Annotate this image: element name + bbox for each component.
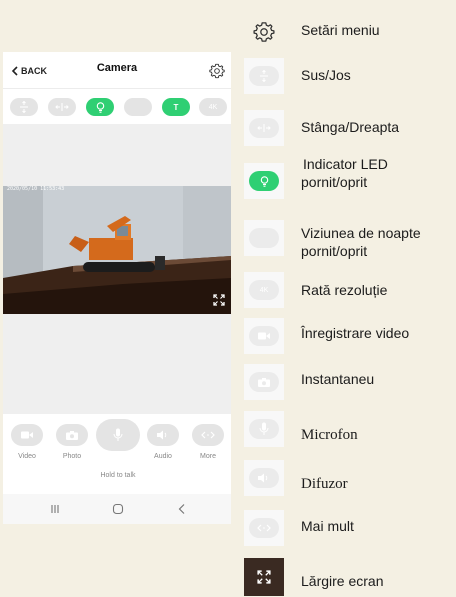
legend-night-text: Viziunea de noapte pornit/oprit (301, 224, 421, 260)
audio-label: Audio (154, 453, 172, 460)
fullscreen-icon (257, 570, 271, 584)
camera-icon (258, 377, 270, 387)
t-toggle-label: T (173, 102, 179, 112)
legend-mic-icon-box (244, 411, 284, 447)
legend-leftright-text: Stânga/Dreapta (301, 119, 400, 135)
video-label: Video (18, 453, 36, 460)
home-icon[interactable] (112, 503, 124, 515)
camera-scene (3, 186, 231, 314)
resolution-toggle-label: 4K (208, 103, 218, 111)
legend-fullscreen-icon-box (244, 558, 284, 596)
legend-settings-icon-box (244, 14, 284, 50)
video-camera-icon (21, 431, 33, 439)
up-down-icon (20, 101, 28, 113)
more-control: More (192, 424, 224, 460)
legend-4k-label: 4K (259, 286, 269, 294)
control-toggle-row: T 4K (3, 88, 231, 125)
legend-led-line2: pornit/oprit (301, 174, 368, 190)
more-arrows-icon (201, 431, 215, 439)
record-control: Video (11, 424, 43, 460)
legend-speaker-text: Difuzor (301, 476, 348, 492)
up-down-toggle[interactable] (10, 98, 38, 116)
legend-resolution-text: Rată rezoluție (301, 282, 388, 298)
resolution-toggle[interactable]: 4K (199, 98, 227, 116)
video-padding-bottom (3, 314, 231, 414)
t-toggle[interactable]: T (162, 98, 190, 116)
recent-apps-icon[interactable] (49, 503, 61, 515)
video-timestamp: 2020/05/10 11:53:43 (7, 186, 65, 192)
legend-snapshot-text: Instantaneu (301, 371, 375, 387)
legend-record-icon-box (244, 318, 284, 354)
gear-icon[interactable] (209, 63, 225, 79)
microphone-icon (113, 428, 123, 441)
legend-leftright-icon-box (244, 110, 284, 146)
night-vision-toggle[interactable] (124, 98, 152, 116)
legend-night-icon-box (244, 220, 284, 256)
record-video-button[interactable] (11, 424, 43, 446)
legend-mic-text: Microfon (301, 427, 358, 443)
snapshot-button[interactable] (56, 424, 88, 446)
video-camera-icon (258, 332, 270, 340)
video-padding-top (3, 124, 231, 186)
legend-updown-icon-box (244, 58, 284, 94)
led-toggle[interactable] (86, 98, 114, 116)
talk-label: Hold to talk (100, 472, 136, 479)
legend-night-line1: Viziunea de noapte (301, 225, 421, 241)
photo-control: Photo (56, 424, 88, 460)
more-label: More (200, 453, 216, 460)
page-title: Camera (96, 62, 138, 74)
speaker-button[interactable] (147, 424, 179, 446)
legend-record-text: Înregistrare video (301, 325, 410, 341)
app-header: BACK Camera (3, 52, 231, 88)
legend-led-text: Indicator LED pornit/oprit (301, 155, 388, 191)
legend-snapshot-icon-box (244, 364, 284, 400)
android-nav-bar (3, 494, 231, 524)
legend-more-icon-box (244, 510, 284, 546)
left-right-toggle[interactable] (48, 98, 76, 116)
legend-updown-text: Sus/Jos (301, 67, 351, 83)
legend-more-text: Mai mult (301, 518, 354, 534)
speaker-icon (157, 430, 167, 440)
legend-night-line2: pornit/oprit (301, 243, 368, 259)
fullscreen-icon[interactable] (213, 294, 225, 306)
camera-icon (66, 430, 78, 440)
bottom-control-bar: Video Photo Hold to talk Audio More (3, 414, 231, 494)
speaker-icon (258, 473, 268, 483)
legend-resolution-icon-box: 4K (244, 272, 284, 308)
camera-app-screen: BACK Camera T 4K 2020/05/10 11:53:43 Vid… (3, 52, 231, 524)
moon-icon (136, 103, 140, 111)
left-right-icon (257, 124, 271, 132)
microphone-icon (259, 422, 269, 435)
left-right-icon (55, 103, 69, 111)
gear-icon (253, 22, 275, 42)
legend-fullscreen-text: Lărgire ecran (301, 573, 384, 589)
photo-label: Photo (62, 453, 82, 460)
legend-speaker-icon-box (244, 460, 284, 496)
legend-led-line1: Indicator LED (303, 156, 388, 172)
live-video-feed[interactable]: 2020/05/10 11:53:43 (3, 186, 231, 314)
moon-icon (262, 234, 266, 242)
hold-to-talk-button[interactable] (96, 419, 140, 451)
bulb-icon (96, 101, 104, 113)
legend-settings-text: Setări meniu (301, 22, 380, 38)
more-arrows-icon (257, 524, 271, 532)
audio-control: Audio (147, 424, 179, 460)
bulb-icon (260, 175, 268, 187)
back-nav-icon[interactable] (176, 503, 188, 515)
legend-led-icon-box (244, 163, 284, 199)
up-down-icon (260, 70, 268, 82)
more-button[interactable] (192, 424, 224, 446)
